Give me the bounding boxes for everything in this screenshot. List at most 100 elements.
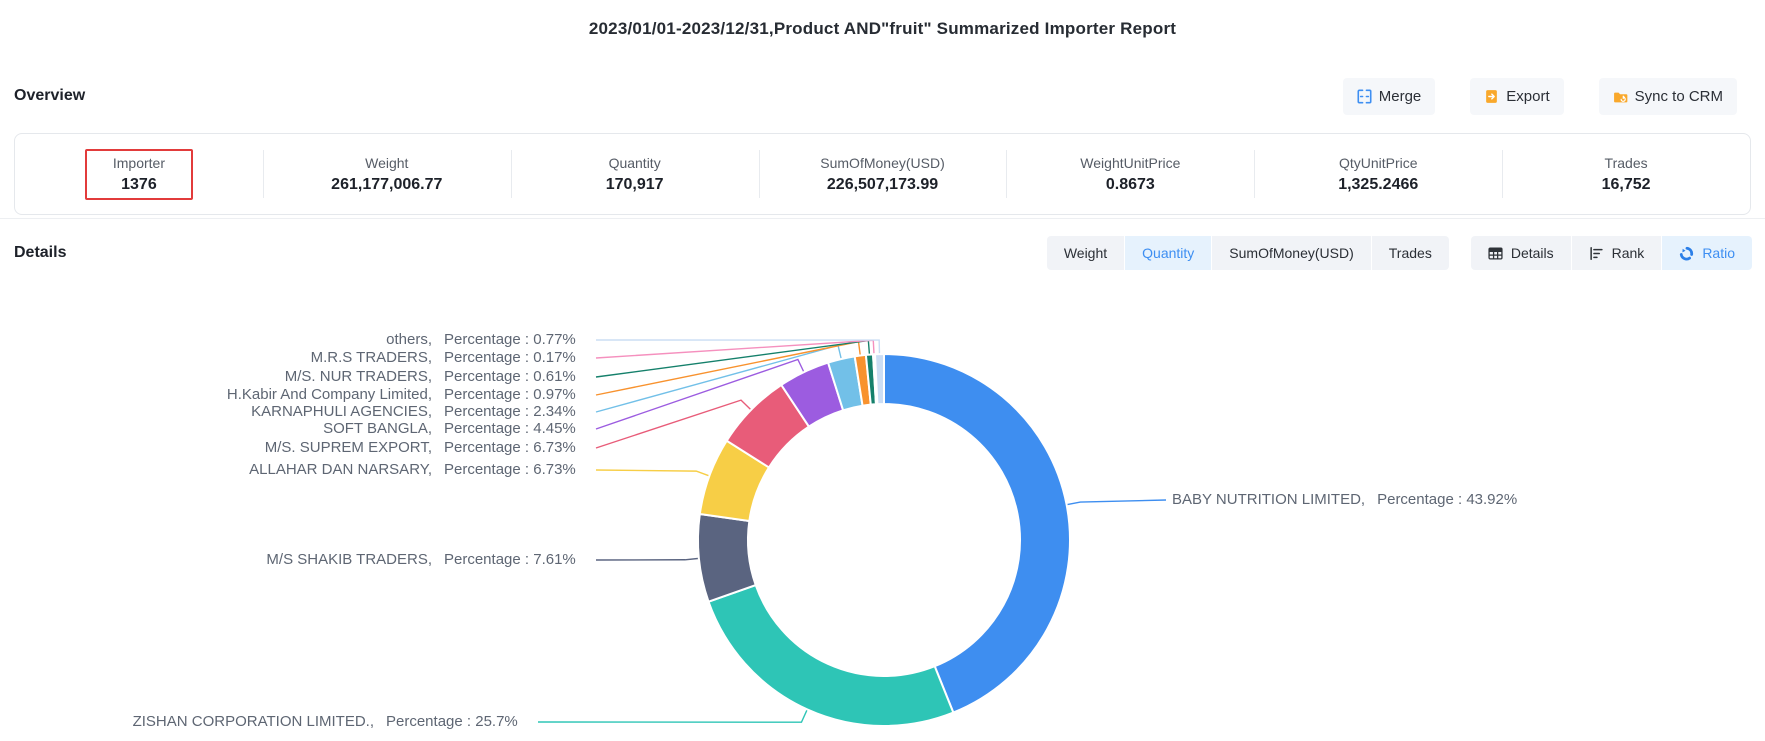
stat-label: WeightUnitPrice (1080, 155, 1180, 171)
stat-box: Weight261,177,006.77 (303, 149, 470, 200)
pie-label-name: ALLAHAR DAN NARSARY, (249, 461, 432, 478)
stat-value: 1376 (121, 176, 157, 194)
export-button[interactable]: Export (1470, 78, 1563, 115)
view-button-label: Ratio (1702, 245, 1735, 261)
pie-label-percentage: Percentage : 6.73% (432, 460, 590, 480)
stat-value: 16,752 (1602, 176, 1651, 194)
overview-actions: Merge Export Sync to CRM (1343, 78, 1737, 115)
pie-label-percentage: Percentage : 7.61% (432, 550, 590, 570)
details-header: Details Weight Quantity SumOfMoney(USD) Tra… (14, 236, 1752, 270)
pie-label-name: M/S. SUPREM EXPORT, (265, 439, 432, 456)
stat-label: Weight (365, 155, 408, 171)
stat-label: Trades (1605, 155, 1648, 171)
pie-label-name: KARNAPHULI AGENCIES, (251, 403, 432, 420)
ratio-icon (1679, 246, 1694, 261)
stat-label: SumOfMoney(USD) (820, 155, 944, 171)
details-controls: Weight Quantity SumOfMoney(USD) Trades Deta… (1047, 236, 1752, 270)
pie-label-percentage: Percentage : 2.34% (432, 402, 590, 422)
pie-label-percentage: Percentage : 25.7% (374, 712, 532, 732)
stat-box: QtyUnitPrice 1,325.2466 (1310, 149, 1446, 200)
ratio-view-button[interactable]: Ratio (1662, 236, 1752, 270)
overview-header: Overview Merge Export Sync to CRM (14, 76, 1737, 116)
pie-slice-baby-nutrition-limited[interactable] (884, 354, 1070, 713)
importer-share-donut-chart: BABY NUTRITION LIMITED,Percentage : 43.9… (0, 280, 1765, 741)
pie-label-zishan-corporation-limited: ZISHAN CORPORATION LIMITED.,Percentage :… (133, 712, 532, 732)
pie-label-m-r-s-traders: M.R.S TRADERS,Percentage : 0.17% (311, 348, 590, 368)
merge-icon (1357, 89, 1372, 104)
label-line-m-s-shakib-traders (596, 558, 699, 560)
stat-value: 170,917 (606, 176, 664, 194)
pie-label-m-s-shakib-traders: M/S SHAKIB TRADERS,Percentage : 7.61% (266, 550, 590, 570)
stat-label: Quantity (609, 155, 661, 171)
tab-label: Weight (1064, 245, 1107, 261)
tab-quantity[interactable]: Quantity (1125, 236, 1211, 270)
details-view-button[interactable]: Details (1471, 236, 1571, 270)
view-button-label: Details (1511, 245, 1554, 261)
stat-box: WeightUnitPrice 0.8673 (1052, 149, 1208, 200)
stat-card-qtyunitprice: QtyUnitPrice 1,325.2466 (1254, 134, 1502, 214)
stat-box: Quantity 170,917 (578, 149, 692, 200)
pie-label-m-s-suprem-export: M/S. SUPREM EXPORT,Percentage : 6.73% (265, 438, 590, 458)
pie-label-soft-bangla: SOFT BANGLA,Percentage : 4.45% (323, 419, 590, 439)
stat-value: 226,507,173.99 (827, 176, 938, 194)
stat-value: 1,325.2466 (1338, 176, 1418, 194)
pie-label-name: H.Kabir And Company Limited, (227, 386, 432, 403)
pie-label-name: M/S SHAKIB TRADERS, (266, 551, 432, 568)
sync-to-crm-button[interactable]: Sync to CRM (1599, 78, 1737, 115)
label-line-baby-nutrition-limited (1067, 500, 1166, 505)
action-label: Sync to CRM (1635, 88, 1723, 105)
pie-label-h-kabir-and-company-limited: H.Kabir And Company Limited,Percentage :… (227, 385, 590, 405)
pie-slice-zishan-corporation-limited[interactable] (709, 585, 954, 726)
pie-label-percentage: Percentage : 0.17% (432, 348, 590, 368)
pie-label-allahar-dan-narsary: ALLAHAR DAN NARSARY,Percentage : 6.73% (249, 460, 590, 480)
tab-sumofmoney-usd[interactable]: SumOfMoney(USD) (1212, 236, 1370, 270)
importer-highlight-box: Importer 1376 (85, 149, 193, 200)
pie-label-name: M.R.S TRADERS, (311, 349, 432, 366)
stat-card-importer: Importer 1376 (15, 134, 263, 214)
table-icon (1488, 246, 1503, 261)
tab-label: Quantity (1142, 245, 1194, 261)
rank-view-button[interactable]: Rank (1572, 236, 1662, 270)
stat-box: Trades 16,752 (1574, 149, 1679, 200)
section-divider (0, 218, 1765, 219)
pie-label-percentage: Percentage : 4.45% (432, 419, 590, 439)
pie-label-percentage: Percentage : 0.77% (432, 330, 590, 350)
stat-value: 0.8673 (1106, 176, 1155, 194)
action-label: Merge (1379, 88, 1422, 105)
details-heading: Details (14, 244, 66, 262)
pie-label-karnaphuli-agencies: KARNAPHULI AGENCIES,Percentage : 2.34% (251, 402, 590, 422)
stat-card-weight: Weight261,177,006.77 (263, 134, 511, 214)
pie-label-percentage: Percentage : 43.92% (1365, 490, 1517, 510)
donut-chart-svg (0, 280, 1765, 741)
pie-label-baby-nutrition-limited: BABY NUTRITION LIMITED,Percentage : 43.9… (1172, 490, 1517, 510)
label-line-m-r-s-traders (596, 340, 874, 358)
view-button-label: Rank (1612, 245, 1645, 261)
label-line-zishan-corporation-limited (538, 709, 807, 722)
stat-box: SumOfMoney(USD) 226,507,173.99 (792, 149, 972, 200)
pie-slice-others[interactable] (875, 354, 884, 404)
tab-trades[interactable]: Trades (1372, 236, 1449, 270)
tab-weight[interactable]: Weight (1047, 236, 1124, 270)
sync-icon (1613, 89, 1628, 104)
metric-tabs: Weight Quantity SumOfMoney(USD) Trades (1047, 236, 1449, 270)
export-icon (1484, 89, 1499, 104)
pie-slice-m-s-shakib-traders[interactable] (698, 514, 756, 602)
overview-heading: Overview (14, 87, 85, 105)
pie-label-percentage: Percentage : 0.97% (432, 385, 590, 405)
pie-label-percentage: Percentage : 0.61% (432, 367, 590, 387)
stat-card-sumofmoney-usd: SumOfMoney(USD) 226,507,173.99 (759, 134, 1007, 214)
overview-stats-bar: Importer 1376 Weight261,177,006.77 Quantity… (14, 133, 1751, 215)
pie-label-m-s-nur-traders: M/S. NUR TRADERS,Percentage : 0.61% (285, 367, 590, 387)
action-label: Export (1506, 88, 1549, 105)
stat-label: QtyUnitPrice (1339, 155, 1418, 171)
pie-label-name: BABY NUTRITION LIMITED, (1172, 491, 1365, 508)
merge-button[interactable]: Merge (1343, 78, 1436, 115)
rank-icon (1589, 246, 1604, 261)
tab-label: Trades (1389, 245, 1432, 261)
view-buttons: Details Rank Ratio (1471, 236, 1752, 270)
label-line-allahar-dan-narsary (596, 470, 709, 476)
stat-card-quantity: Quantity 170,917 (511, 134, 759, 214)
pie-label-others: others,Percentage : 0.77% (386, 330, 590, 350)
stat-label: Importer (113, 155, 165, 171)
page-title: 2023/01/01-2023/12/31,Product AND"fruit"… (0, 19, 1765, 39)
